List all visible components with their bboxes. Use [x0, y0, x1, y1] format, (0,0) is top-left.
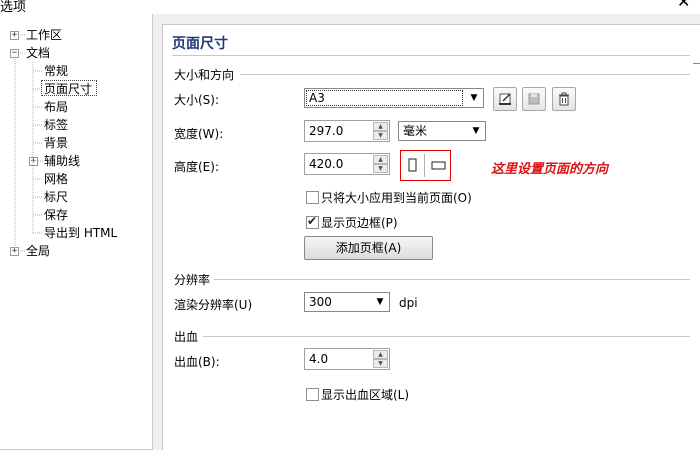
save-preset-icon: [499, 93, 511, 105]
apply-current-checkbox[interactable]: [306, 191, 319, 204]
focus-outline: [306, 90, 463, 106]
render-resolution-select[interactable]: 300 ▼: [304, 292, 390, 312]
render-resolution-label: 渲染分辨率(U): [174, 298, 253, 312]
bleed-input[interactable]: 4.0 ▲ ▼: [304, 348, 390, 370]
delete-preset-button[interactable]: [552, 87, 576, 111]
apply-current-label[interactable]: 只将大小应用到当前页面(O): [321, 189, 472, 206]
height-label: 高度(E):: [174, 160, 219, 174]
title-bar: [0, 0, 700, 14]
section-divider: [240, 74, 690, 75]
trash-icon: [559, 92, 569, 106]
width-label: 宽度(W):: [174, 127, 224, 141]
size-label: 大小(S):: [174, 93, 220, 107]
spin-buttons: ▲ ▼: [373, 350, 388, 368]
section-resolution: 分辨率: [174, 273, 211, 287]
dpi-unit: dpi: [399, 296, 418, 310]
spin-buttons: ▲ ▼: [373, 155, 388, 173]
show-bleed-label[interactable]: 显示出血区域(L): [321, 386, 409, 403]
options-tree: 工作区 + 文档 − 常规 页面尺寸 布局 标签 背景 辅助线 + 网格 标尺 …: [0, 14, 153, 450]
disk-button[interactable]: [522, 87, 546, 111]
height-value: 420.0: [309, 157, 344, 171]
chevron-down-icon: ▼: [470, 93, 478, 103]
section-size-orientation: 大小和方向: [174, 68, 235, 82]
render-resolution-value: 300: [309, 295, 332, 309]
spin-buttons: ▲ ▼: [373, 122, 388, 140]
spin-up-icon[interactable]: ▲: [373, 122, 388, 131]
spin-up-icon[interactable]: ▲: [373, 350, 388, 359]
edge-fragment: [693, 63, 700, 64]
section-bleed: 出血: [174, 330, 199, 344]
bleed-value: 4.0: [309, 352, 329, 366]
selection-outline: [41, 80, 97, 96]
portrait-icon[interactable]: [401, 151, 425, 180]
height-input[interactable]: 420.0 ▲ ▼: [304, 153, 390, 175]
checkmark-icon: ✔: [307, 214, 318, 228]
spin-down-icon[interactable]: ▼: [373, 164, 388, 173]
spin-down-icon[interactable]: ▼: [373, 131, 388, 140]
window-title: 选项: [0, 0, 27, 15]
unit-select[interactable]: 毫米 ▼: [398, 121, 486, 141]
width-input[interactable]: 297.0 ▲ ▼: [304, 120, 390, 142]
show-bleed-checkbox[interactable]: [306, 388, 319, 401]
unit-value: 毫米: [403, 124, 428, 138]
annotation-text: 这里设置页面的方向: [491, 162, 609, 177]
tree-lines: [14, 34, 43, 252]
disk-icon: [528, 93, 540, 105]
section-divider: [203, 336, 690, 337]
chevron-down-icon: ▼: [472, 126, 480, 136]
section-divider: [214, 279, 690, 280]
spin-up-icon[interactable]: ▲: [373, 155, 388, 164]
show-border-label[interactable]: 显示页边框(P): [321, 214, 398, 231]
save-preset-button[interactable]: [493, 87, 517, 111]
title-divider: [172, 55, 690, 56]
page-title: 页面尺寸: [172, 36, 228, 52]
landscape-icon[interactable]: [426, 151, 450, 180]
size-select[interactable]: A3 ▼: [304, 88, 484, 108]
width-value: 297.0: [309, 124, 344, 138]
add-frame-button[interactable]: 添加页框(A): [304, 236, 433, 260]
bleed-label: 出血(B):: [174, 355, 220, 369]
show-border-checkbox[interactable]: ✔: [306, 214, 319, 229]
spin-down-icon[interactable]: ▼: [373, 359, 388, 368]
close-icon[interactable]: ✕: [677, 0, 690, 10]
chevron-down-icon: ▼: [376, 297, 384, 307]
